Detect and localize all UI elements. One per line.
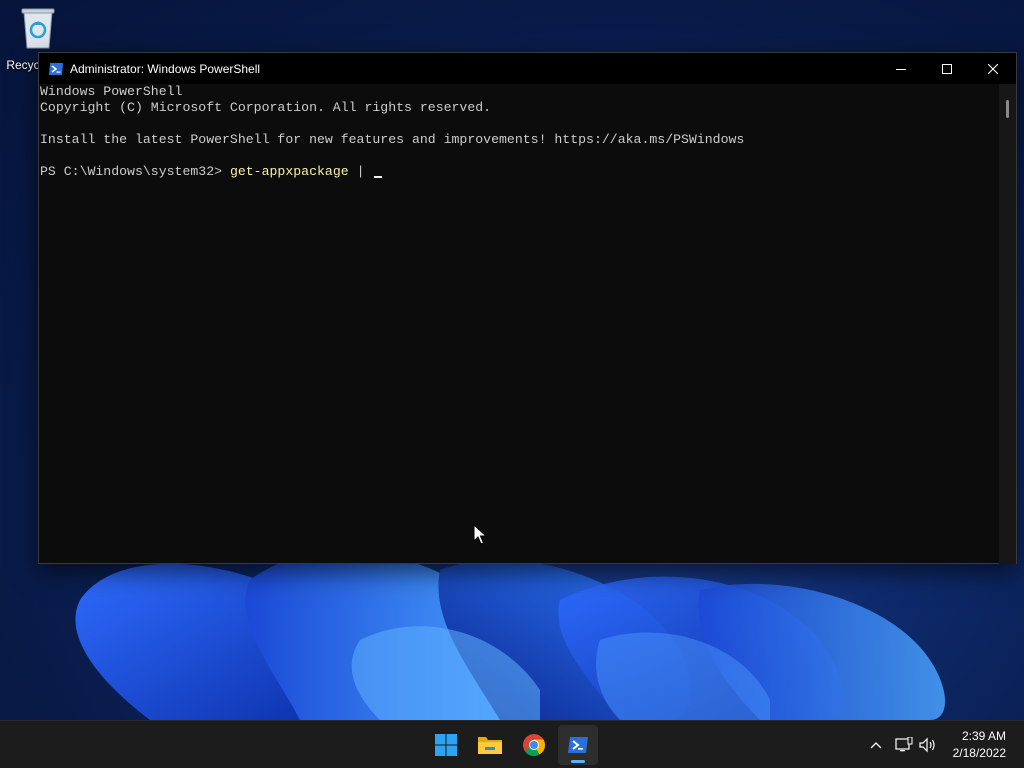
network-button[interactable] <box>892 733 916 757</box>
start-icon <box>435 734 457 756</box>
powershell-icon <box>568 737 588 753</box>
powershell-icon <box>48 61 64 77</box>
typed-pipe: | <box>348 164 373 179</box>
show-hidden-icons-button[interactable] <box>864 733 888 757</box>
typed-command: get-appxpackage <box>229 164 349 179</box>
maximize-icon <box>942 63 952 74</box>
start-button[interactable] <box>426 725 466 765</box>
minimize-button[interactable] <box>878 53 924 84</box>
close-icon <box>988 63 998 74</box>
console-line: Install the latest PowerShell for new fe… <box>40 132 745 147</box>
minimize-icon <box>896 68 906 70</box>
clock-time: 2:39 AM <box>961 729 1006 743</box>
prompt-line[interactable]: PS C:\Windows\system32> get-appxpackage … <box>40 164 1000 180</box>
chevron-up-icon <box>870 742 882 749</box>
scrollbar-thumb[interactable] <box>1006 100 1009 118</box>
close-button[interactable] <box>970 53 1016 84</box>
console-line: Copyright (C) Microsoft Corporation. All… <box>40 100 492 115</box>
console-prompt: PS C:\Windows\system32> <box>40 164 230 179</box>
taskbar: 2:39 AM 2/18/2022 <box>0 720 1024 768</box>
active-app-indicator <box>571 760 585 763</box>
volume-icon <box>919 737 935 753</box>
chrome-button[interactable] <box>514 725 554 765</box>
console-scrollbar[interactable] <box>999 84 1016 564</box>
text-cursor <box>374 176 383 178</box>
file-explorer-icon <box>478 737 502 754</box>
powershell-taskbar-button[interactable] <box>558 725 598 765</box>
network-icon <box>895 737 913 752</box>
taskbar-clock[interactable]: 2:39 AM 2/18/2022 <box>953 728 1006 762</box>
powershell-window[interactable]: Administrator: Windows PowerShell Window… <box>38 52 1017 564</box>
chrome-icon <box>523 734 545 756</box>
mouse-pointer-icon <box>473 523 488 551</box>
file-explorer-button[interactable] <box>470 725 510 765</box>
volume-button[interactable] <box>916 733 940 757</box>
window-title: Administrator: Windows PowerShell <box>70 61 261 76</box>
clock-date: 2/18/2022 <box>952 746 1006 760</box>
maximize-button[interactable] <box>924 53 970 84</box>
window-titlebar[interactable]: Administrator: Windows PowerShell <box>39 53 1016 84</box>
recycle-bin-icon <box>20 6 56 50</box>
console-output[interactable]: Windows PowerShell Copyright (C) Microso… <box>39 84 1000 564</box>
console-line: Windows PowerShell <box>40 84 183 99</box>
